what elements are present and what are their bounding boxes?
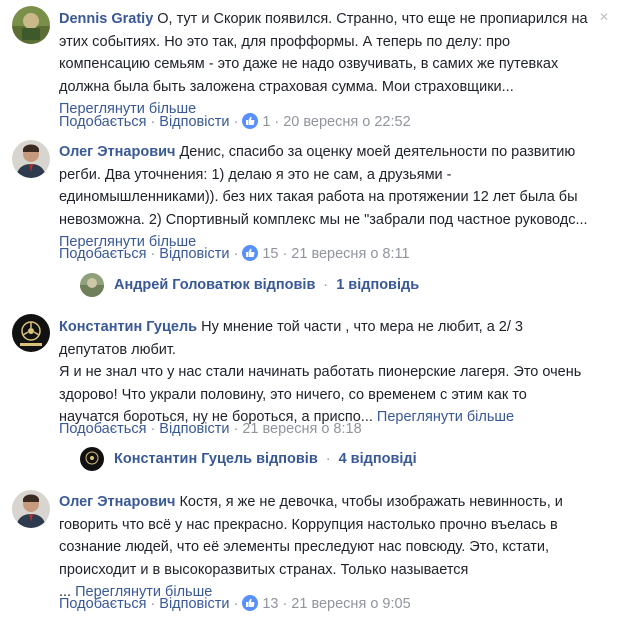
like-button[interactable]: Подобається (59, 114, 146, 130)
thumbs-up-icon[interactable] (242, 113, 259, 129)
reply-avatar (80, 447, 104, 472)
comment-time[interactable]: 21 вересня о 9:05 (291, 596, 410, 612)
reply-button[interactable]: Відповісти (159, 114, 229, 130)
comment-author[interactable]: Олег Этнарович (59, 494, 175, 510)
comment-author[interactable]: Dennis Gratiy (59, 11, 153, 27)
comment-body: Олег Этнарович Денис, спасибо за оценку м… (59, 144, 588, 250)
avatar-dennis-gratiy[interactable] (12, 6, 50, 44)
comment-actions: Подобається · Відповісти · 13 · 21 вересня о 9… (59, 595, 411, 612)
reply-button[interactable]: Відповісти (159, 246, 229, 262)
reaction-count[interactable]: 1 (262, 114, 270, 130)
comment-body: Dennis Gratiy О, тут и Скорик появился. С… (59, 11, 588, 117)
reaction-count[interactable]: 15 (262, 246, 278, 262)
reply-verb: відповів (256, 451, 318, 467)
avatar-oleg-etnarovich[interactable] (12, 490, 50, 528)
comment-actions: Подобається · Відповісти · 1 · 20 вересня о 22… (59, 113, 411, 130)
reply-button[interactable]: Відповісти (159, 596, 229, 612)
close-icon[interactable]: ✕ (599, 11, 609, 23)
see-more-link[interactable]: Переглянути більше (377, 409, 514, 425)
comment-actions: Подобається · Відповісти · 15 · 21 вересня о 8… (59, 245, 410, 262)
reply-button[interactable]: Відповісти (159, 421, 229, 437)
view-replies-row[interactable]: Константин Гуцель відповів · 4 відповіді (80, 447, 417, 472)
avatar-konstantin-gucel[interactable] (12, 314, 50, 352)
comment-time[interactable]: 21 вересня о 8:11 (291, 246, 409, 262)
like-button[interactable]: Подобається (59, 596, 146, 612)
comment-actions: Подобається · Відповісти · 21 вересня о 8:18 (59, 421, 362, 437)
view-replies-row[interactable]: Андрей Головатюк відповів · 1 відповідь (80, 273, 419, 298)
reaction-count[interactable]: 13 (262, 596, 278, 612)
thumbs-up-icon[interactable] (242, 245, 259, 261)
avatar-oleg-etnarovich[interactable] (12, 140, 50, 178)
reply-count[interactable]: 1 відповідь (336, 277, 419, 293)
comment-body: Олег Этнарович Костя, я же не девочка, чт… (59, 494, 563, 600)
like-button[interactable]: Подобається (59, 246, 146, 262)
comment-author[interactable]: Олег Этнарович (59, 144, 175, 160)
comment-author[interactable]: Константин Гуцель (59, 319, 197, 335)
reply-avatar (80, 273, 104, 298)
reply-count[interactable]: 4 відповіді (339, 451, 417, 467)
reply-author[interactable]: Андрей Головатюк (114, 277, 250, 293)
thumbs-up-icon[interactable] (242, 595, 259, 611)
reply-author[interactable]: Константин Гуцель (114, 451, 252, 467)
like-button[interactable]: Подобається (59, 421, 146, 437)
comment-body: Константин Гуцель Ну мнение той части , ч… (59, 319, 582, 425)
reply-verb: відповів (253, 277, 316, 293)
comment-time[interactable]: 20 вересня о 22:52 (283, 114, 410, 130)
comment-time[interactable]: 21 вересня о 8:18 (242, 421, 361, 437)
